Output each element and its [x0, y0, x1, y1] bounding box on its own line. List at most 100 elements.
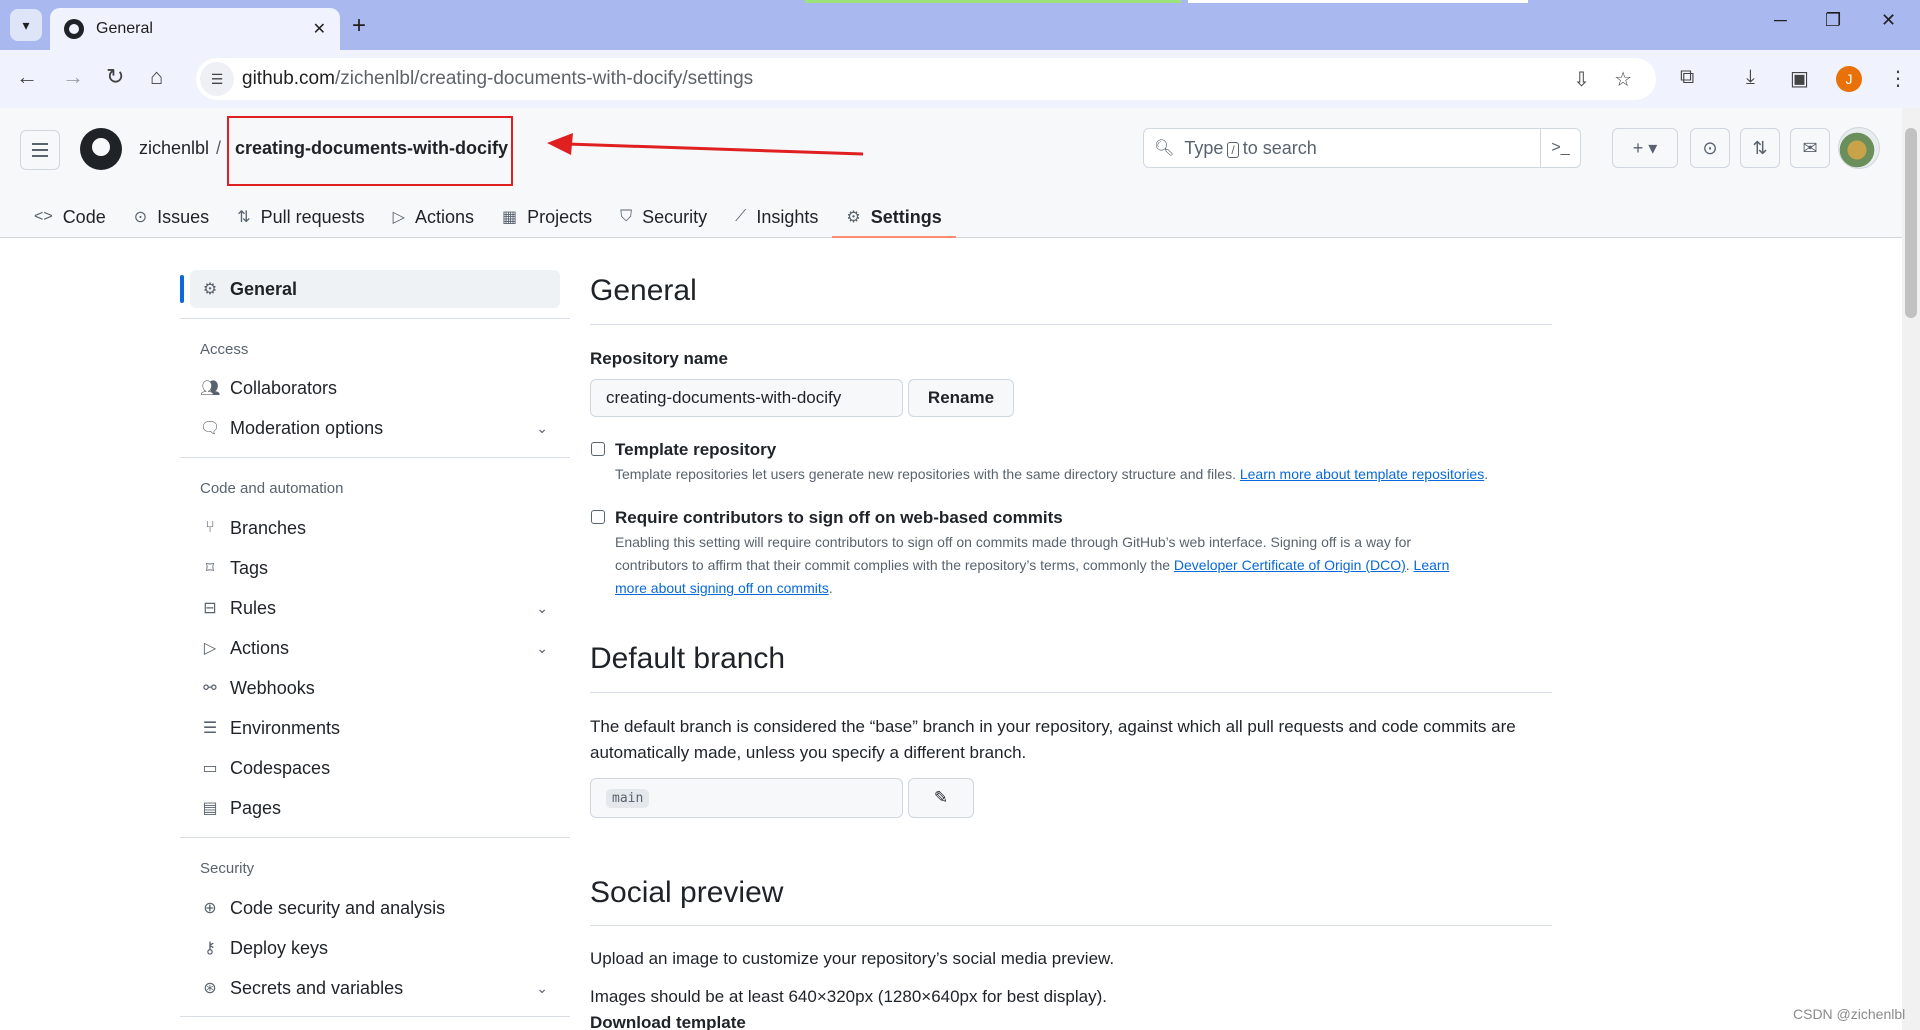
repo-owner-link[interactable]: zichenlbl [139, 138, 209, 159]
pull-requests-icon[interactable]: ⇅ [1740, 128, 1780, 168]
tab-code[interactable]: <> Code [20, 196, 120, 238]
window-close-icon[interactable]: ✕ [1881, 10, 1896, 31]
rename-button[interactable]: Rename [908, 379, 1014, 417]
sidebar-divider [180, 1016, 570, 1017]
highlight-box-annotation [227, 116, 513, 186]
sidebar-item-tags[interactable]: ⌑ Tags [190, 549, 560, 587]
downloads-icon[interactable]: ⤓ [1746, 66, 1755, 89]
sidebar-item-label: Deploy keys [230, 937, 329, 958]
sidebar-item-webhooks[interactable]: ⚯ Webhooks [190, 669, 560, 707]
tab-search-button[interactable]: ▾ [10, 9, 42, 41]
download-template-link[interactable]: Download template [590, 1010, 746, 1030]
template-repository-checkbox[interactable] [591, 442, 605, 456]
repo-navigation: <> Code ⊙ Issues ⇅ Pull requests ▷ Actions ▦… [20, 196, 957, 238]
search-placeholder: Type / to search [1184, 138, 1540, 159]
dco-link[interactable]: Developer Certificate of Origin (DCO) [1174, 557, 1406, 573]
github-header: zichenlbl / creating-documents-with-doci… [0, 108, 1902, 238]
github-logo-icon[interactable] [80, 128, 122, 170]
sidebar-item-secrets[interactable]: ⊛ Secrets and variables ⌄ [190, 969, 560, 1007]
server-icon: ☰ [202, 720, 218, 737]
sidebar-item-code-security[interactable]: ⊕ Code security and analysis [190, 889, 560, 927]
people-icon: 👥︎ [200, 380, 221, 397]
back-icon[interactable]: ← [16, 64, 38, 90]
sidebar-item-label: Code security and analysis [230, 897, 446, 918]
extensions-icon[interactable]: ⧉ [1680, 66, 1694, 89]
sidebar-item-actions[interactable]: ▷ Actions ⌄ [190, 629, 560, 667]
sidebar-item-branches[interactable]: ⑂ Branches [190, 509, 560, 547]
reload-icon[interactable]: ↻ [106, 64, 124, 90]
search-icon: 🔍︎ [1154, 140, 1175, 157]
tab-loading-indicator-secondary [1188, 0, 1528, 3]
side-panel-icon[interactable]: ▣ [1790, 66, 1809, 91]
gear-icon: ⚙ [202, 281, 218, 298]
sidebar-item-label: Collaborators [230, 377, 338, 398]
chevron-down-icon: ⌄ [536, 979, 548, 996]
browser-menu-icon[interactable]: ⋮ [1888, 66, 1908, 91]
sidebar-item-pages[interactable]: ▤ Pages [190, 789, 560, 827]
address-bar[interactable]: ☰ github.com/zichenlbl/creating-document… [196, 58, 1656, 100]
sidebar-item-label: Branches [230, 517, 307, 538]
inbox-icon[interactable]: ✉ [1790, 128, 1830, 168]
forward-icon[interactable]: → [62, 64, 84, 90]
browser-icon: ▤ [202, 800, 218, 817]
sidebar-item-deploy-keys[interactable]: ⚷ Deploy keys [190, 929, 560, 967]
scrollbar-thumb[interactable] [1905, 128, 1917, 318]
signoff-checkbox[interactable] [591, 510, 605, 524]
signoff-note-line1: Enabling this setting will require contr… [615, 534, 1412, 550]
sidebar-item-rules[interactable]: ⊟ Rules ⌄ [190, 589, 560, 627]
restore-icon[interactable]: ❐ [1825, 10, 1841, 31]
browser-tab-general[interactable]: General ✕ [50, 8, 340, 50]
user-avatar[interactable] [1838, 127, 1880, 169]
tab-settings[interactable]: ⚙ Settings [832, 196, 957, 238]
url-text[interactable]: github.com/zichenlbl/creating-documents-… [242, 68, 1573, 90]
signoff-learn-more-link[interactable]: more about signing off on commits [615, 580, 829, 596]
section-title-social-preview: Social preview [590, 876, 784, 909]
sidebar-item-codespaces[interactable]: ▭ Codespaces [190, 749, 560, 787]
repo-name-input[interactable]: creating-documents-with-docify [590, 379, 903, 417]
home-icon[interactable]: ⌂ [150, 64, 163, 90]
sidebar-item-moderation[interactable]: 🗨︎ Moderation options ⌄ [190, 409, 560, 447]
template-note-text: Template repositories let users generate… [615, 466, 1236, 482]
page-scrollbar[interactable] [1902, 108, 1920, 1030]
sidebar-item-environments[interactable]: ☰ Environments [190, 709, 560, 747]
default-branch-field: main [590, 778, 903, 818]
sidebar-item-general[interactable]: ⚙ General [190, 270, 560, 308]
github-favicon-icon [64, 19, 84, 39]
template-repository-note: Template repositories let users generate… [615, 466, 1489, 482]
issue-icon: ⊙ [133, 209, 148, 226]
template-repository-label[interactable]: Template repository [615, 440, 776, 460]
search-placeholder-suffix: to search [1242, 137, 1317, 158]
tab-projects[interactable]: ▦ Projects [488, 196, 606, 238]
tab-close-icon[interactable]: ✕ [313, 19, 326, 39]
signoff-learn-link[interactable]: Learn [1414, 557, 1450, 573]
issues-icon[interactable]: ⊙ [1690, 128, 1730, 168]
edit-default-branch-button[interactable]: ✎ [908, 778, 974, 818]
tab-actions[interactable]: ▷ Actions [379, 196, 488, 238]
site-info-icon[interactable]: ☰ [200, 62, 234, 96]
new-tab-button[interactable]: + [352, 12, 366, 40]
tab-issues[interactable]: ⊙ Issues [120, 196, 223, 238]
global-search-input[interactable]: 🔍︎ Type / to search >_ [1143, 128, 1581, 168]
template-learn-more-link[interactable]: Learn more about template repositories [1240, 466, 1484, 482]
search-shortcut-key: / [1227, 141, 1239, 158]
repo-name-label: Repository name [590, 349, 728, 368]
command-palette-icon[interactable]: >_ [1540, 129, 1580, 167]
tab-security[interactable]: ⛉ Security [606, 196, 721, 238]
hamburger-menu-button[interactable] [20, 130, 60, 170]
minimize-icon[interactable]: ─ [1774, 10, 1787, 31]
pencil-icon: ✎ [933, 788, 949, 807]
sidebar-item-label: Moderation options [230, 417, 384, 438]
social-preview-line2: Images should be at least 640×320px (128… [590, 987, 1107, 1006]
bookmark-star-icon[interactable]: ☆ [1614, 67, 1632, 92]
install-app-icon[interactable]: ⇩ [1573, 67, 1590, 92]
create-new-button[interactable]: + ▾ [1612, 128, 1678, 168]
sidebar-item-collaborators[interactable]: 👥︎ Collaborators [190, 369, 560, 407]
signoff-label[interactable]: Require contributors to sign off on web-… [615, 508, 1063, 528]
tab-pull-requests[interactable]: ⇅ Pull requests [223, 196, 378, 238]
section-title-default-branch: Default branch [590, 642, 786, 675]
tab-insights[interactable]: ⟋ Insights [721, 196, 832, 238]
shield-icon: ⛉ [620, 208, 633, 225]
profile-avatar[interactable]: J [1836, 66, 1862, 92]
table-icon: ▦ [501, 209, 518, 226]
breadcrumb-separator: / [216, 138, 222, 158]
